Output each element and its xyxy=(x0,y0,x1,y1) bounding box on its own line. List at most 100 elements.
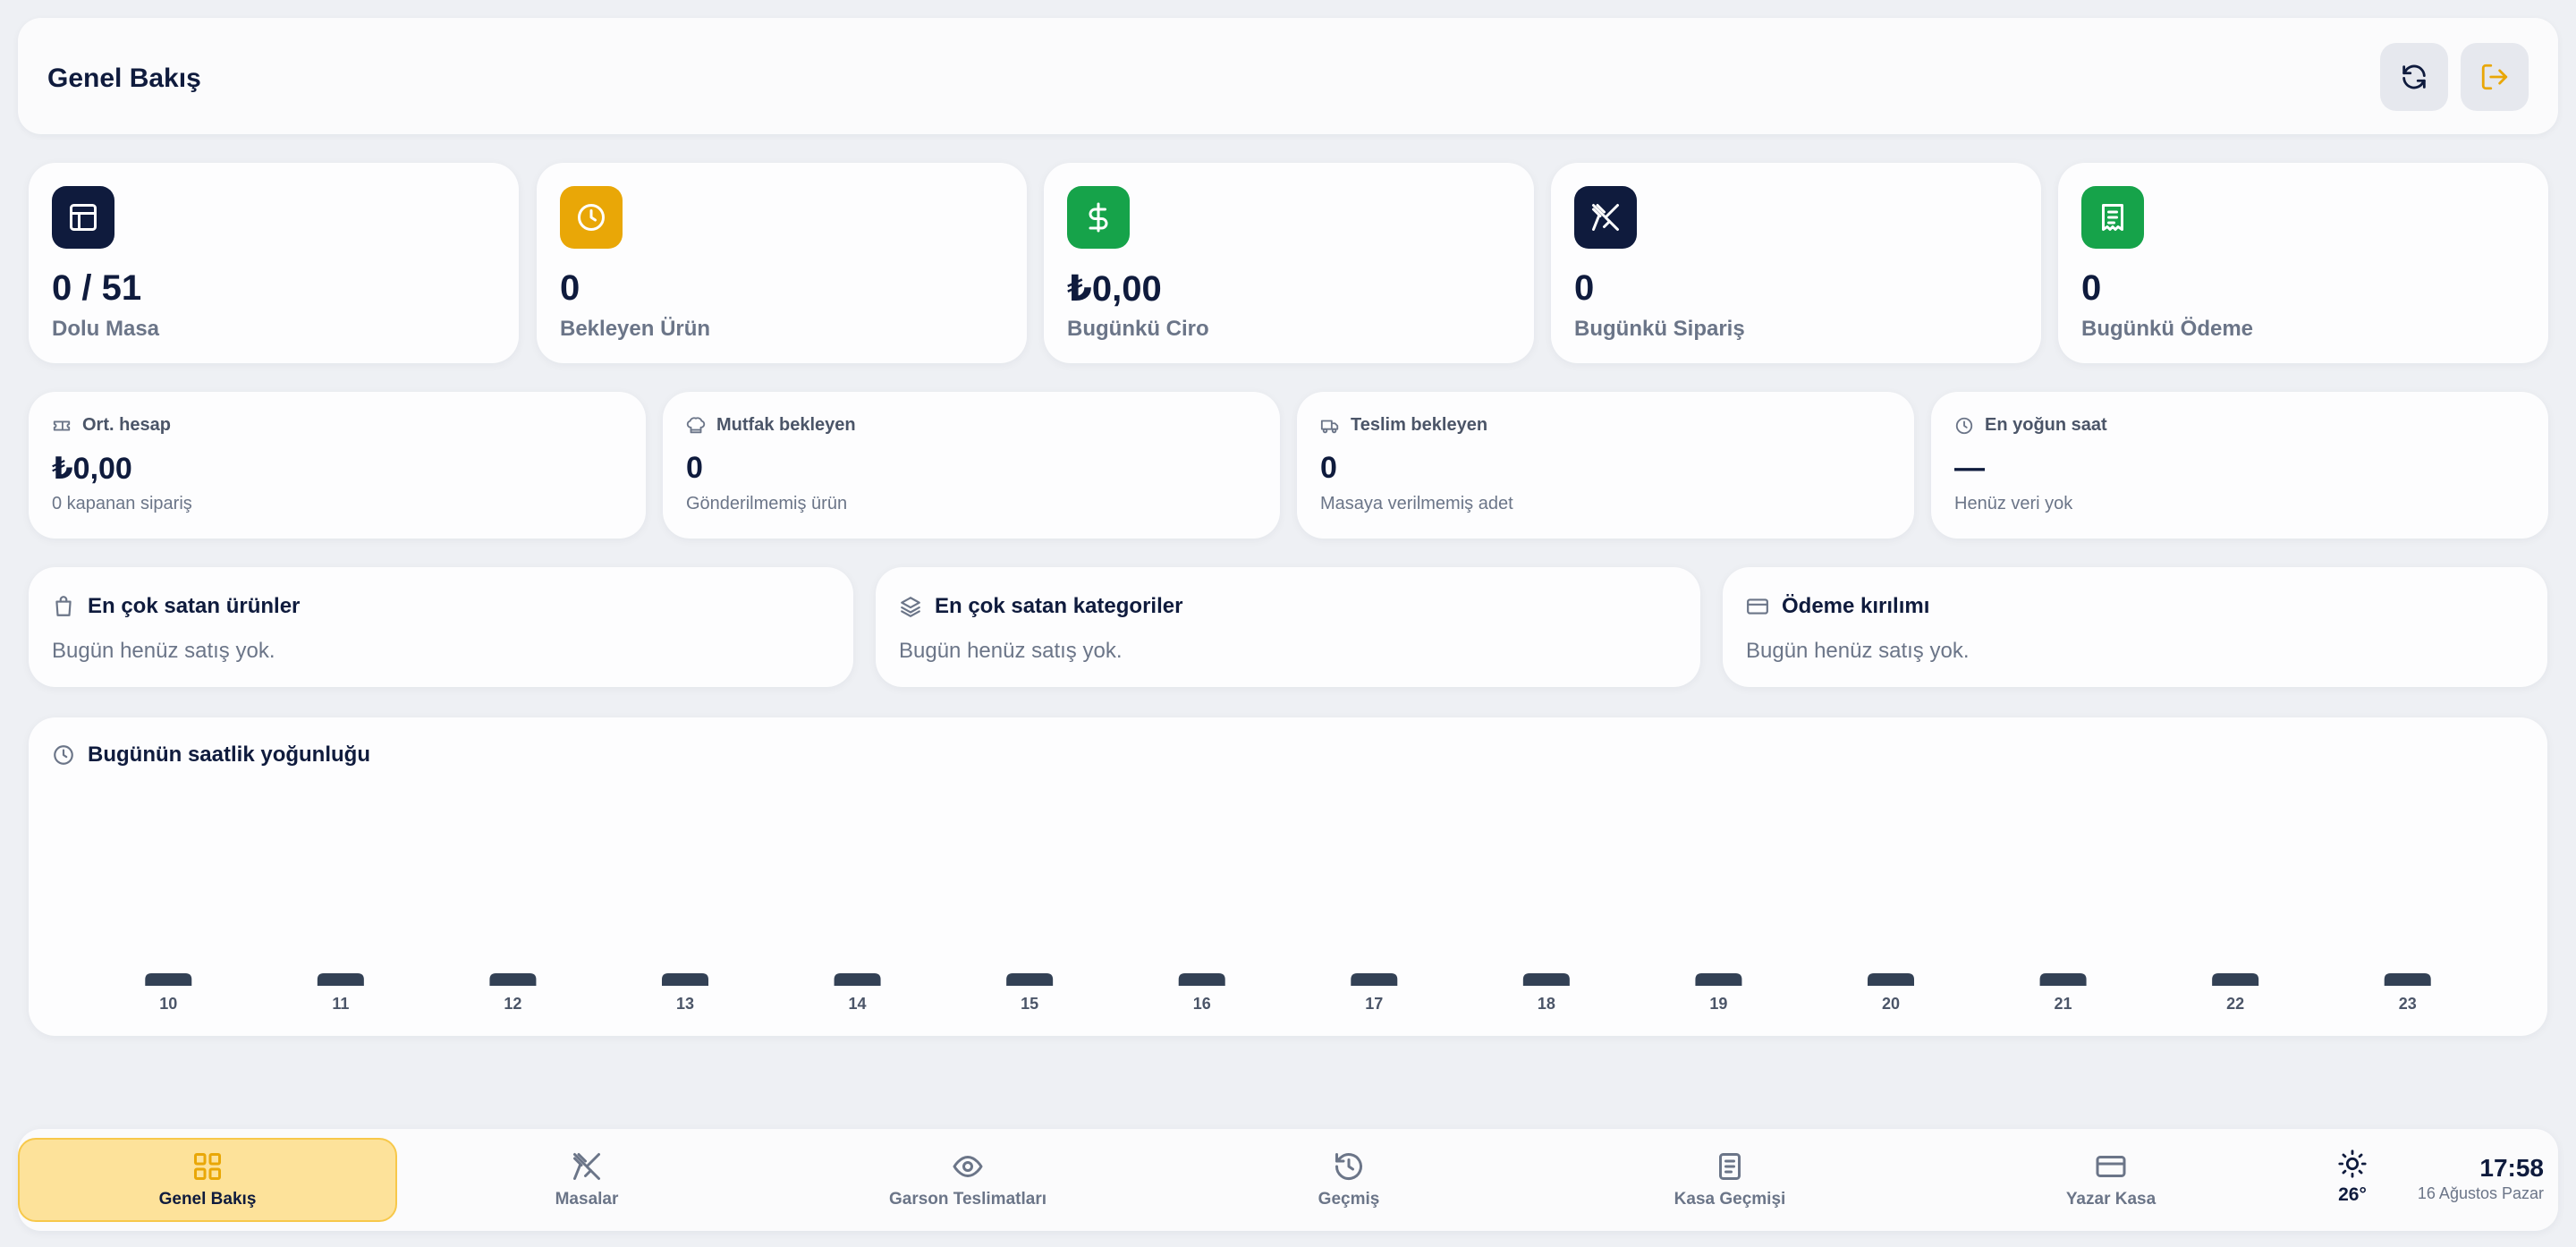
chart-bar-11 xyxy=(317,973,364,986)
clock-icon xyxy=(54,745,73,765)
chart-bar-17 xyxy=(1351,973,1398,986)
metric-subtitle: Gönderilmemiş ürün xyxy=(686,494,848,513)
chart-tick-label: 21 xyxy=(2055,995,2072,1013)
clock-icon xyxy=(578,204,605,231)
dollar-icon xyxy=(1089,202,1108,233)
layers-icon xyxy=(901,597,920,617)
chart-bar-10 xyxy=(145,973,192,986)
empty-message: Bugün henüz satış yok. xyxy=(52,639,275,663)
chart-bar-21 xyxy=(2039,973,2087,986)
metric-card-avg-bill: Ort. hesap ₺0,00 0 kapanan sipariş xyxy=(29,392,646,539)
history-icon xyxy=(1335,1153,1362,1181)
hourly-density-card: 10 11 12 13 14 15 16 17 18 19 20 21 22 23 Bugünün saa… xyxy=(29,717,2547,1036)
credit-card-icon xyxy=(1747,598,1768,615)
stat-icon-box xyxy=(2081,186,2144,249)
chart-tick-label: 18 xyxy=(1538,995,1555,1013)
stat-icon-box xyxy=(560,186,623,249)
app-frame: Genel Bakış 0 / 51 Dolu Masa 0 Bekleyen … xyxy=(0,0,2576,1247)
shopping-bag-icon xyxy=(55,596,72,616)
empty-message: Bugün henüz satış yok. xyxy=(1746,639,1970,663)
nav-label: Genel Bakış xyxy=(158,1190,257,1209)
nav-item-overview[interactable]: Genel Bakış xyxy=(18,1138,397,1222)
metric-card-kitchen-pending: Mutfak bekleyen 0 Gönderilmemiş ürün xyxy=(663,392,1280,539)
weather-widget: 26° xyxy=(2317,1149,2388,1211)
chart-tick-label: 14 xyxy=(849,995,867,1013)
metric-card-busiest-hour: En yoğun saat — Henüz veri yok xyxy=(1931,392,2548,539)
empty-message: Bugün henüz satış yok. xyxy=(899,639,1123,663)
list-title: Ödeme kırılımı xyxy=(1782,594,1930,618)
metric-header: Ort. hesap xyxy=(52,415,171,436)
logout-icon xyxy=(2481,64,2508,90)
chart-tick-label: 16 xyxy=(1193,995,1211,1013)
utensils-icon xyxy=(1592,204,1619,231)
stat-label: Bugünkü Ciro xyxy=(1067,317,1209,341)
logout-button[interactable] xyxy=(2461,43,2529,111)
top-categories-card: En çok satan kategoriler Bugün henüz sat… xyxy=(876,567,1700,687)
eye-icon xyxy=(953,1156,983,1177)
receipt-icon xyxy=(2102,204,2123,231)
header-bar: Genel Bakış xyxy=(18,18,2558,134)
stat-card-payments: 0 Bugünkü Ödeme xyxy=(2058,163,2548,363)
sun-icon xyxy=(2338,1149,2367,1178)
nav-label: Kasa Geçmişi xyxy=(1674,1190,1786,1209)
chart-bar-13 xyxy=(662,973,708,986)
stat-icon-box xyxy=(52,186,114,249)
stat-value: 0 xyxy=(1574,268,1595,308)
metric-value: — xyxy=(1954,451,1985,485)
chart-tick-label: 23 xyxy=(2399,995,2417,1013)
truck-icon xyxy=(1320,420,1339,433)
metric-value: 0 xyxy=(1320,451,1337,485)
stat-icon-box xyxy=(1067,186,1130,249)
nav-label: Masalar xyxy=(555,1190,619,1209)
metric-value: ₺0,00 xyxy=(52,452,132,486)
stat-label: Dolu Masa xyxy=(52,317,160,341)
page-title: Genel Bakış xyxy=(47,64,201,93)
grid-icon xyxy=(194,1153,221,1180)
nav-item-tables[interactable]: Masalar xyxy=(397,1138,776,1222)
chart-bar-12 xyxy=(489,973,537,986)
nav-item-cash-register[interactable]: Yazar Kasa xyxy=(1921,1138,2301,1222)
stat-label: Bekleyen Ürün xyxy=(560,317,711,341)
refresh-button[interactable] xyxy=(2380,43,2448,111)
clock-icon xyxy=(1955,417,1973,434)
stat-value: 0 xyxy=(560,268,580,308)
nav-label: Geçmiş xyxy=(1318,1190,1380,1209)
stat-icon-box xyxy=(1574,186,1637,249)
list-title: En çok satan ürünler xyxy=(88,594,301,618)
metric-subtitle: Henüz veri yok xyxy=(1954,494,2073,513)
chart-tick-label: 15 xyxy=(1021,995,1038,1013)
chart-bar-20 xyxy=(1868,973,1914,986)
stat-label: Bugünkü Ödeme xyxy=(2081,317,2254,341)
payment-breakdown-card: Ödeme kırılımı Bugün henüz satış yok. xyxy=(1723,567,2547,687)
chart-bar-16 xyxy=(1178,973,1225,986)
list-header: Ödeme kırılımı xyxy=(1746,594,1929,619)
metric-title: En yoğun saat xyxy=(1985,415,2107,435)
list-header: En çok satan kategoriler xyxy=(899,594,1182,619)
clock-widget: 17:58 16 Ağustos Pazar xyxy=(2418,1156,2544,1203)
nav-item-waiter-deliveries[interactable]: Garson Teslimatları xyxy=(778,1138,1157,1222)
stat-card-tables: 0 / 51 Dolu Masa xyxy=(29,163,519,363)
chart-title: Bugünün saatlik yoğunluğu xyxy=(88,742,370,767)
chart-tick-label: 20 xyxy=(1882,995,1900,1013)
clipboard-icon xyxy=(1719,1153,1741,1180)
chart-tick-label: 12 xyxy=(504,995,521,1013)
chart-tick-label: 13 xyxy=(676,995,694,1013)
weather-temp: 26° xyxy=(2338,1184,2367,1205)
chart-tick-label: 22 xyxy=(2226,995,2244,1013)
chart-tick-label: 11 xyxy=(332,995,349,1013)
clock-time: 17:58 xyxy=(2479,1154,2544,1182)
metric-title: Teslim bekleyen xyxy=(1351,415,1488,435)
chart-bar-23 xyxy=(2384,973,2431,986)
metric-title: Mutfak bekleyen xyxy=(716,415,856,435)
nav-item-history[interactable]: Geçmiş xyxy=(1159,1138,1538,1222)
chart-bar-19 xyxy=(1695,973,1742,986)
nav-item-cash-history[interactable]: Kasa Geçmişi xyxy=(1540,1138,1919,1222)
chart-tick-label: 10 xyxy=(159,995,177,1013)
list-header: En çok satan ürünler xyxy=(52,594,300,619)
chart-bar-14 xyxy=(834,973,881,986)
chart-bar-18 xyxy=(1522,973,1570,986)
hourly-density-chart: 10 11 12 13 14 15 16 17 18 19 20 21 22 23 xyxy=(145,973,2431,1013)
table-icon xyxy=(70,204,97,231)
stat-value: ₺0,00 xyxy=(1067,269,1162,309)
chart-tick-label: 17 xyxy=(1365,995,1383,1013)
